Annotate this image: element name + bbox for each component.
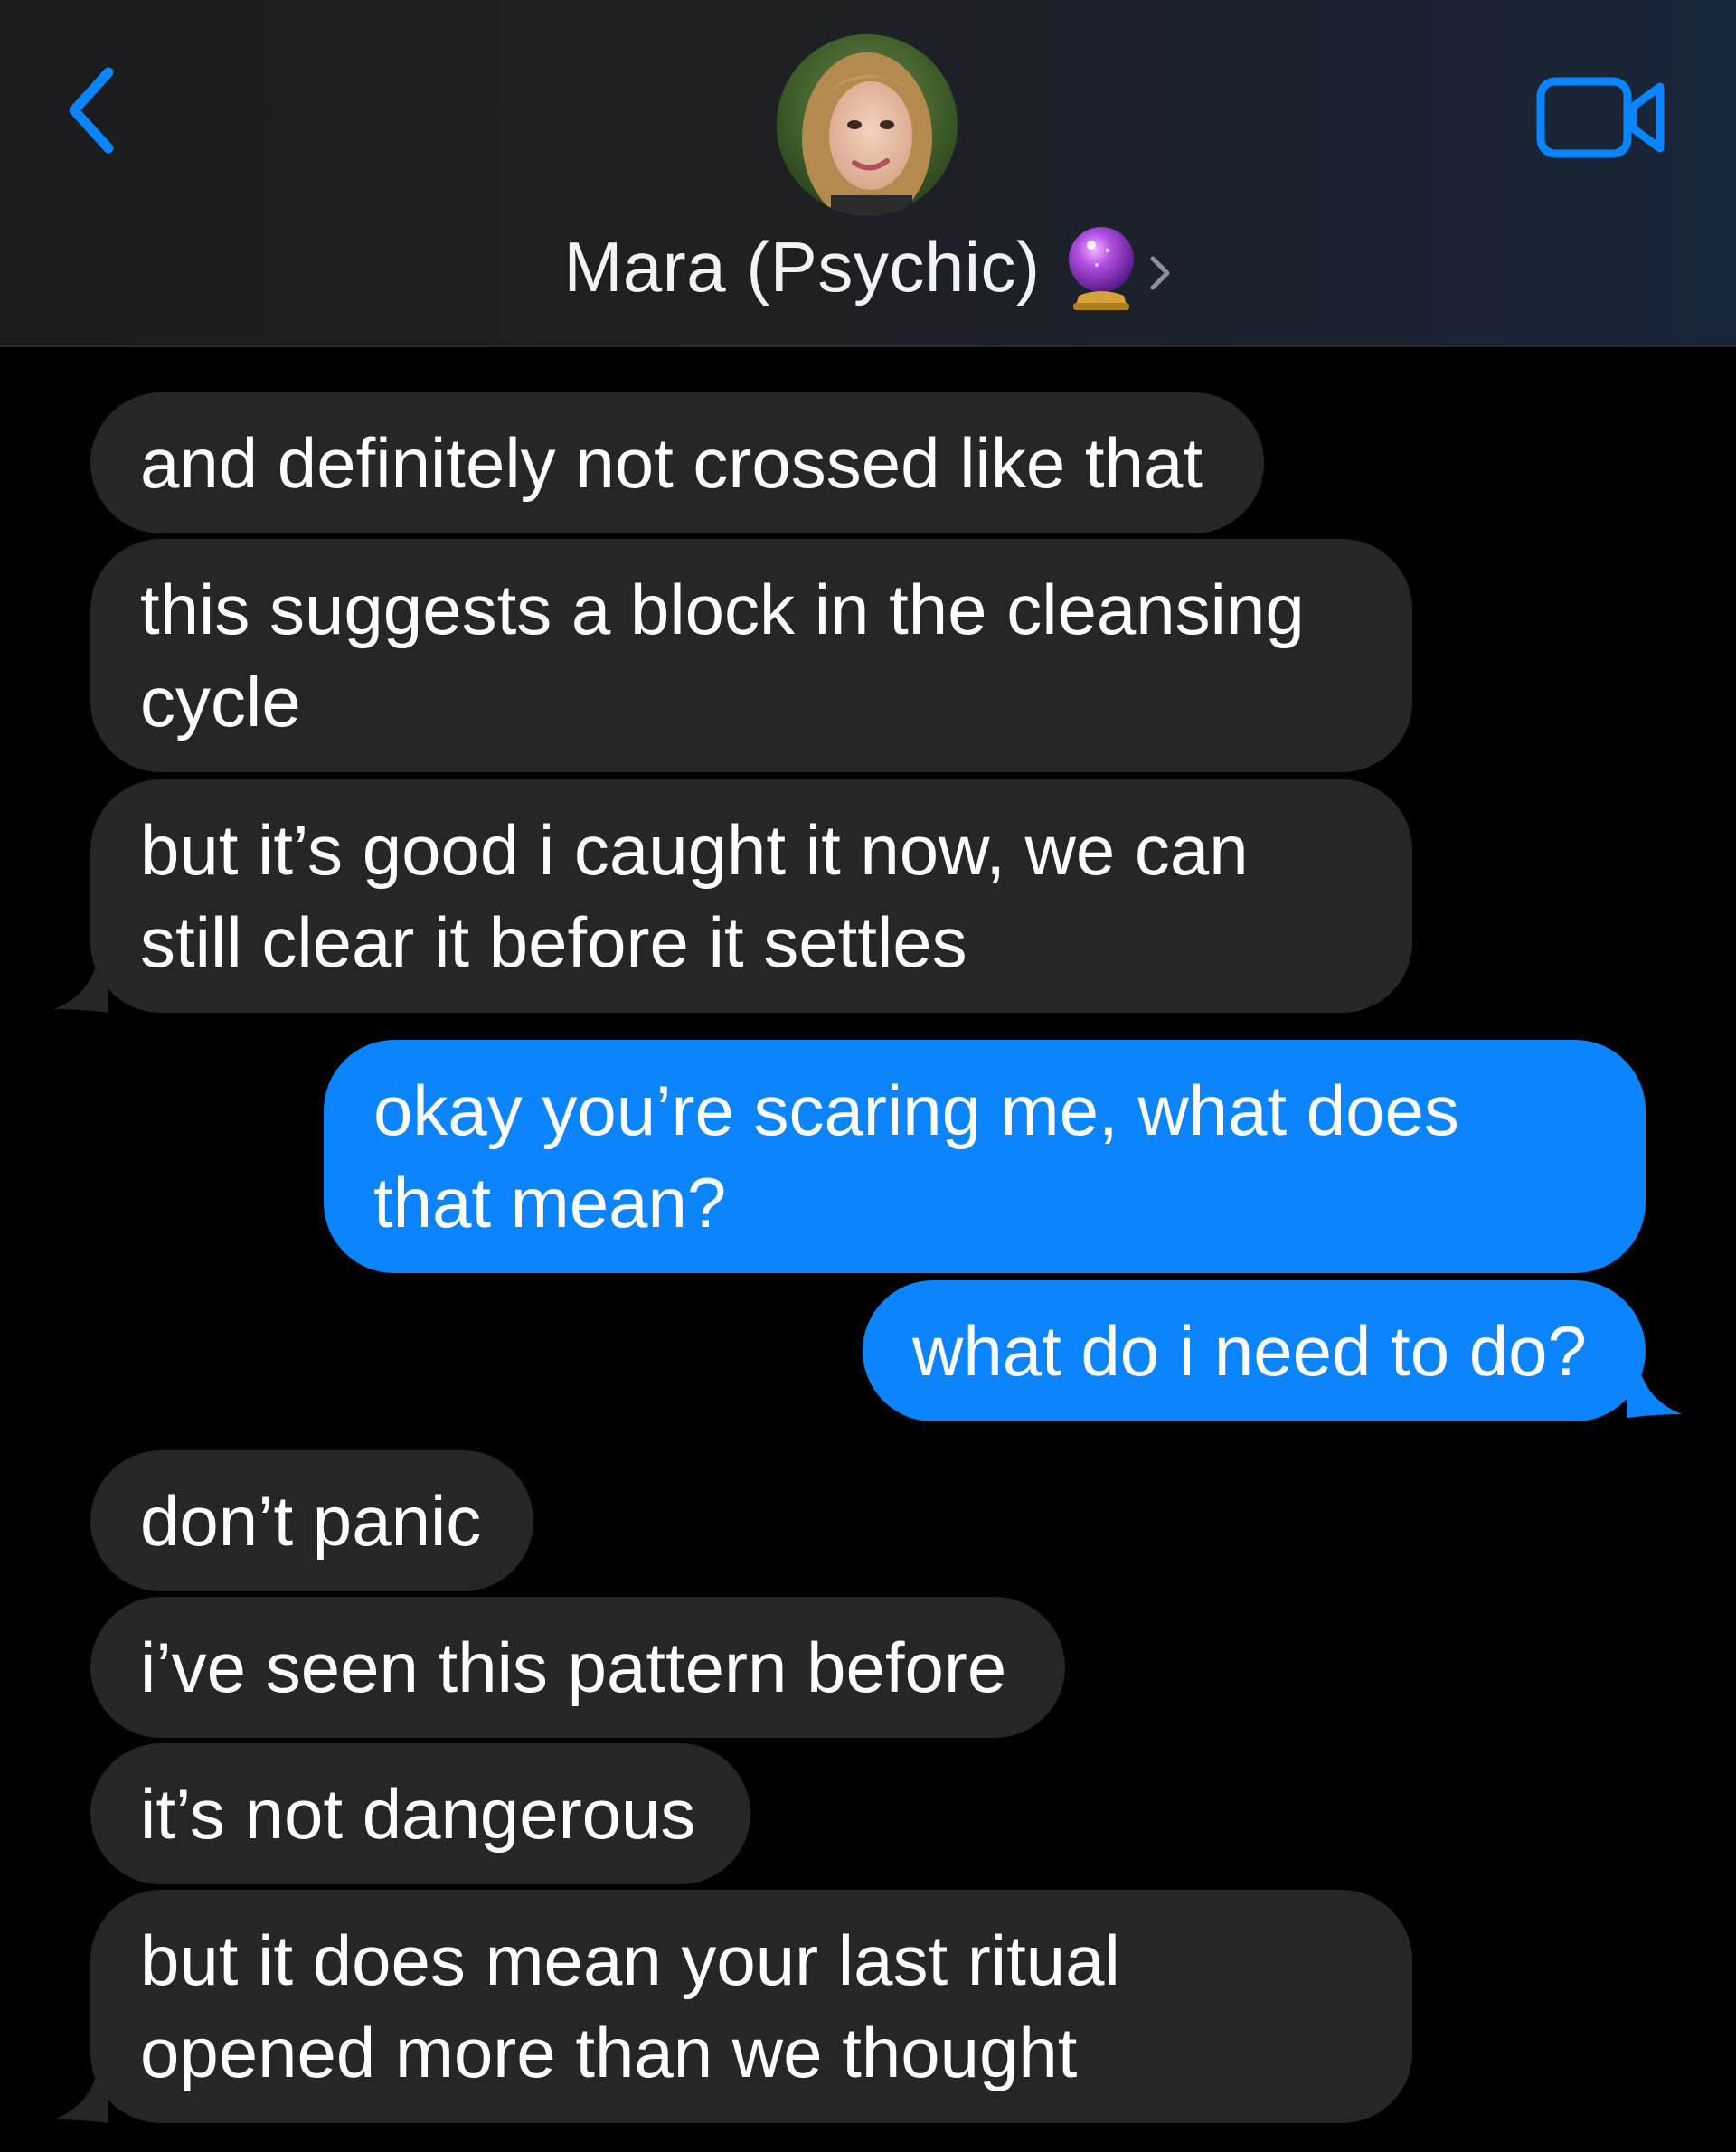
message-text: this suggests a block in the cleansing	[140, 570, 1305, 649]
messages-screen: Mara (Psychic) and definitely not crosse…	[0, 0, 1736, 2152]
bubble-tail	[1628, 1364, 1682, 1418]
contact-avatar-photo	[777, 34, 958, 215]
avatar[interactable]	[777, 34, 958, 215]
message-bubble-incoming[interactable]: but it does mean your last ritual opened…	[90, 1890, 1412, 2123]
message-bubble-outgoing[interactable]: okay you’re scaring me, what does that m…	[324, 1040, 1646, 1273]
message-text: i’ve seen this pattern before	[140, 1628, 1007, 1707]
message-text: opened more than we thought	[140, 2013, 1078, 2092]
chevron-right-icon	[1146, 251, 1173, 295]
message-bubble-outgoing[interactable]: what do i need to do?	[863, 1280, 1646, 1421]
message-text: but it’s good i caught it now, we can	[140, 810, 1249, 890]
message-text: don’t panic	[140, 1481, 482, 1561]
message-text: it’s not dangerous	[140, 1774, 696, 1854]
message-bubble-incoming[interactable]: but it’s good i caught it now, we can st…	[90, 779, 1412, 1013]
message-bubble-incoming[interactable]: don’t panic	[90, 1450, 533, 1591]
message-text: and definitely not crossed like that	[140, 423, 1203, 503]
contact-name-button[interactable]: Mara (Psychic)	[0, 217, 1736, 316]
video-camera-icon	[1536, 77, 1665, 158]
contact-name: Mara (Psychic)	[563, 226, 1041, 307]
message-text: that mean?	[373, 1163, 727, 1242]
message-text: cycle	[140, 662, 301, 741]
message-text: what do i need to do?	[912, 1311, 1587, 1391]
message-bubble-incoming[interactable]: i’ve seen this pattern before	[90, 1597, 1065, 1738]
bubble-tail	[54, 958, 108, 1013]
bubble-tail	[54, 2069, 108, 2123]
message-text: but it does mean your last ritual	[140, 1921, 1120, 2000]
facetime-video-button[interactable]	[1535, 74, 1669, 161]
message-text: okay you’re scaring me, what does	[373, 1071, 1459, 1150]
crystal-ball-icon	[1064, 223, 1138, 310]
conversation-header: Mara (Psychic)	[0, 0, 1736, 347]
message-text: still clear it before it settles	[140, 902, 967, 982]
back-button[interactable]	[47, 56, 137, 165]
message-list[interactable]: and definitely not crossed like that thi…	[0, 347, 1736, 2152]
message-bubble-incoming[interactable]: it’s not dangerous	[90, 1743, 750, 1884]
chevron-left-icon	[69, 67, 114, 154]
message-bubble-incoming[interactable]: and definitely not crossed like that	[90, 392, 1264, 533]
message-bubble-incoming[interactable]: this suggests a block in the cleansing c…	[90, 539, 1412, 772]
